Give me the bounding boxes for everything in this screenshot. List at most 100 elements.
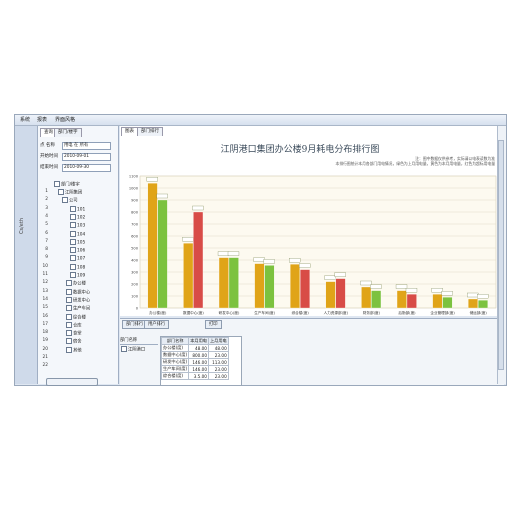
grid-header-dept[interactable]: 部门名称 bbox=[160, 337, 190, 345]
x-tick-label: 储运部(度) bbox=[470, 310, 488, 315]
y-tick-label: 700 bbox=[131, 222, 139, 226]
tree-item[interactable]: 江阴集团 bbox=[58, 189, 82, 196]
apply-button[interactable] bbox=[46, 378, 98, 386]
tree-item-checkbox[interactable] bbox=[66, 321, 72, 328]
row-number: 4 bbox=[45, 213, 48, 219]
menubar: 系统 报表 界面风格 bbox=[15, 115, 506, 126]
tree-item-label: 综合楼 bbox=[73, 315, 86, 320]
tree-item[interactable]: 106 bbox=[70, 247, 85, 254]
tree-item-checkbox[interactable] bbox=[66, 338, 72, 345]
tree-item-checkbox[interactable] bbox=[66, 305, 72, 312]
start-date-label: 开始时间 bbox=[40, 154, 58, 159]
grid-cell: 48.00 bbox=[207, 344, 229, 352]
tree-item-checkbox[interactable] bbox=[66, 346, 72, 353]
tab-bottom-user[interactable]: 用户排行 bbox=[144, 320, 170, 329]
tree-item-checkbox[interactable] bbox=[70, 272, 76, 278]
tree-item[interactable]: 数据中心 bbox=[66, 288, 90, 296]
bar bbox=[406, 294, 417, 309]
end-date-input[interactable]: 2010-09-30 bbox=[62, 164, 111, 172]
tree-item[interactable]: 109 bbox=[70, 272, 85, 279]
grid-cell: 23.00 bbox=[207, 365, 229, 373]
tree-item-checkbox[interactable] bbox=[70, 238, 76, 245]
bar bbox=[396, 290, 407, 309]
chart-subtitle-2: 本排行图统计本月各部门用电情况，绿色为上月用电量，黄色为本月用电量，红色为超标用… bbox=[335, 161, 495, 166]
y-tick-label: 300 bbox=[131, 270, 139, 274]
tree-item-checkbox[interactable] bbox=[70, 222, 76, 229]
grid-row[interactable]: 数据中心(度) 800.00 23.00 bbox=[160, 351, 229, 359]
department-list-item[interactable]: 江阴港口 bbox=[121, 346, 145, 353]
tree-item[interactable]: 公司 bbox=[62, 197, 78, 204]
row-number: 20 bbox=[42, 346, 48, 352]
left-panel-label: Cs/eth bbox=[19, 218, 25, 234]
tree-item[interactable]: 108 bbox=[70, 263, 85, 271]
tree-item-checkbox[interactable] bbox=[66, 313, 72, 320]
tree-item-label: 102 bbox=[77, 215, 86, 221]
tree-item-label: 研发中心 bbox=[73, 298, 91, 304]
tab-department-rank[interactable]: 部门排行 bbox=[137, 127, 163, 136]
grid-row[interactable]: 办公楼(度) 48.00 48.00 bbox=[160, 344, 229, 352]
grid-row[interactable]: 研发中心(度) 146.00 113.00 bbox=[160, 358, 229, 366]
tree-item[interactable]: 研发中心 bbox=[66, 296, 91, 304]
bar-value-box bbox=[370, 284, 382, 289]
row-number: 1 bbox=[45, 189, 48, 194]
start-date-input[interactable]: 2010-09-01 bbox=[62, 153, 111, 161]
tree-item-checkbox[interactable] bbox=[70, 247, 76, 254]
row-number: 11 bbox=[42, 272, 48, 277]
grid-cell: 研发中心(度) bbox=[160, 358, 190, 366]
bar-value-box bbox=[395, 284, 408, 289]
tree-item[interactable]: 105 bbox=[70, 238, 85, 246]
tree-item[interactable]: 其他 bbox=[66, 346, 82, 354]
tree-item[interactable]: 综合楼 bbox=[66, 313, 86, 321]
grid-row[interactable]: 生产车间(度) 146.00 23.00 bbox=[160, 365, 229, 373]
y-tick-label: 1000 bbox=[129, 186, 139, 190]
tree-item-checkbox[interactable] bbox=[66, 330, 72, 337]
tree-item[interactable]: 生产车间 bbox=[66, 305, 90, 312]
grid-row[interactable]: 综合楼(度) 3.5.00 23.00 bbox=[160, 372, 229, 380]
tree-item-label: 办公楼 bbox=[73, 281, 86, 287]
bar bbox=[468, 298, 478, 309]
tree-item-checkbox[interactable] bbox=[70, 263, 76, 270]
tree-header-checkbox[interactable] bbox=[54, 181, 60, 187]
tree-item[interactable]: 宿舍 bbox=[66, 338, 82, 345]
tab-department[interactable]: 部门/楼宇 bbox=[54, 128, 82, 137]
list-item-checkbox[interactable] bbox=[121, 346, 127, 352]
tree-item-checkbox[interactable] bbox=[66, 280, 72, 287]
tree-item-checkbox[interactable] bbox=[66, 296, 72, 303]
tree-item[interactable]: 食堂 bbox=[66, 330, 82, 337]
bar bbox=[193, 211, 204, 309]
tab-chart[interactable]: 图表 bbox=[121, 127, 138, 136]
menu-system[interactable]: 系统 bbox=[18, 116, 32, 124]
tree-item-checkbox[interactable] bbox=[70, 255, 76, 262]
tree-item[interactable]: 102 bbox=[70, 213, 86, 221]
row-number: 19 bbox=[42, 338, 48, 344]
tree-item[interactable]: 仓库 bbox=[66, 321, 82, 329]
grid-header-last-month[interactable]: 上月用电 bbox=[207, 337, 229, 345]
menu-style[interactable]: 界面风格 bbox=[53, 116, 77, 124]
row-number: 3 bbox=[45, 205, 48, 211]
tree-item-label: 109 bbox=[77, 273, 86, 279]
point-name-select[interactable]: 用电 在 所有 bbox=[62, 142, 111, 150]
menu-report[interactable]: 报表 bbox=[35, 116, 49, 124]
tree-item-checkbox[interactable] bbox=[66, 288, 72, 295]
tree-item[interactable]: 107 bbox=[70, 255, 85, 262]
bar bbox=[254, 263, 265, 309]
tree-item[interactable]: 办公楼 bbox=[66, 280, 86, 287]
chart-title: 江阴港口集团办公楼9月耗电分布排行图 bbox=[220, 145, 380, 155]
bar bbox=[218, 257, 229, 309]
grid-header-this-month[interactable]: 本月用电 bbox=[188, 337, 209, 345]
scrollbar-thumb[interactable] bbox=[498, 140, 504, 370]
tree-item-checkbox[interactable] bbox=[70, 213, 76, 220]
tree-item-checkbox[interactable] bbox=[58, 189, 64, 195]
tree-item[interactable]: 101 bbox=[70, 205, 85, 213]
bar-value-box bbox=[477, 294, 489, 299]
tree-item-label: 江阴集团 bbox=[65, 190, 83, 196]
tree-item-checkbox[interactable] bbox=[70, 230, 76, 237]
tree-item-label: 106 bbox=[77, 248, 86, 254]
tree-item-checkbox[interactable] bbox=[70, 205, 76, 212]
tree-item-checkbox[interactable] bbox=[62, 197, 68, 204]
tree-item[interactable]: 104 bbox=[70, 230, 85, 238]
tree-item[interactable]: 103 bbox=[70, 222, 85, 229]
collapsed-left-panel[interactable]: Cs/eth bbox=[15, 126, 38, 384]
y-tick-label: 0 bbox=[136, 306, 139, 310]
print-button[interactable]: 打印 bbox=[205, 320, 222, 329]
